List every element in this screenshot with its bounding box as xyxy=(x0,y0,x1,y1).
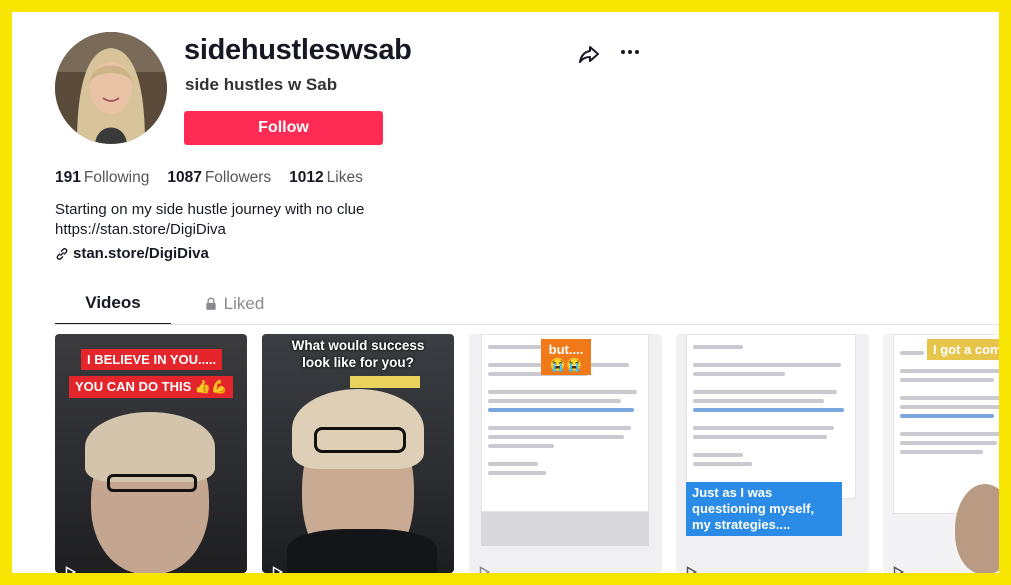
video-grid: I BELIEVE IN YOU..... YOU CAN DO THIS 👍💪… xyxy=(55,334,999,573)
video-thumbnail[interactable]: but.... 😭😭 xyxy=(469,334,662,573)
video-thumbnail[interactable]: I got a com xyxy=(883,334,999,573)
profile-stats: 191 Following 1087 Followers 1012 Likes xyxy=(55,169,363,187)
likes-stat: 1012 Likes xyxy=(289,169,363,187)
profile-link-text: stan.store/DigiDiva xyxy=(73,245,209,262)
followers-label: Followers xyxy=(204,169,272,186)
view-count xyxy=(63,565,77,573)
video-caption: I got a com xyxy=(927,339,999,360)
following-count: 191 xyxy=(55,169,81,186)
play-icon xyxy=(893,566,905,573)
video-thumbnail[interactable]: What would success look like for you? xyxy=(262,334,454,573)
play-icon xyxy=(272,566,284,573)
small-sticker xyxy=(350,376,420,388)
video-caption: What would success look like for you? xyxy=(291,338,425,370)
video-caption: YOU CAN DO THIS 👍💪 xyxy=(69,376,234,398)
hair xyxy=(85,412,215,482)
bio: Starting on my side hustle journey with … xyxy=(55,200,364,240)
lock-icon xyxy=(206,297,216,310)
profile-tabs: Videos Liked xyxy=(55,293,287,325)
view-count xyxy=(684,565,698,573)
following-label: Following xyxy=(83,169,150,186)
tab-liked-label: Liked xyxy=(223,294,265,313)
share-icon[interactable] xyxy=(577,42,601,66)
email-screenshot xyxy=(686,334,856,499)
likes-count: 1012 xyxy=(289,169,324,186)
play-icon xyxy=(65,566,77,573)
tab-liked[interactable]: Liked xyxy=(171,293,287,325)
likes-label: Likes xyxy=(326,169,363,186)
play-icon xyxy=(686,566,698,573)
video-thumbnail[interactable]: Just as I was questioning myself, my str… xyxy=(676,334,869,573)
video-caption: Just as I was questioning myself, my str… xyxy=(686,482,842,536)
bio-line-1: Starting on my side hustle journey with … xyxy=(55,201,365,218)
followers-count: 1087 xyxy=(167,169,202,186)
avatar[interactable] xyxy=(55,32,167,144)
play-icon xyxy=(479,566,491,573)
username: sidehustleswsab xyxy=(184,34,412,66)
footer-bar xyxy=(481,512,649,546)
link-icon xyxy=(56,247,68,260)
nickname: side hustles w Sab xyxy=(185,75,338,94)
jacket xyxy=(287,529,437,573)
more-icon[interactable] xyxy=(618,40,642,64)
view-count xyxy=(270,565,284,573)
follow-button[interactable]: Follow xyxy=(184,111,383,145)
profile-page: sidehustleswsab side hustles w Sab Follo… xyxy=(12,12,999,573)
video-thumbnail[interactable]: I BELIEVE IN YOU..... YOU CAN DO THIS 👍💪 xyxy=(55,334,247,573)
followers-stat[interactable]: 1087 Followers xyxy=(167,169,271,187)
video-caption: I BELIEVE IN YOU..... xyxy=(81,349,223,370)
video-caption: but.... 😭😭 xyxy=(541,339,591,375)
view-count xyxy=(891,565,905,573)
tab-videos[interactable]: Videos xyxy=(55,293,171,325)
bio-line-2: https://stan.store/DigiDiva xyxy=(55,221,226,238)
view-count xyxy=(477,565,491,573)
glasses xyxy=(314,427,406,453)
glasses xyxy=(107,474,197,492)
following-stat[interactable]: 191 Following xyxy=(55,169,149,187)
tabs-divider xyxy=(55,324,999,325)
profile-link[interactable]: stan.store/DigiDiva xyxy=(55,245,209,262)
